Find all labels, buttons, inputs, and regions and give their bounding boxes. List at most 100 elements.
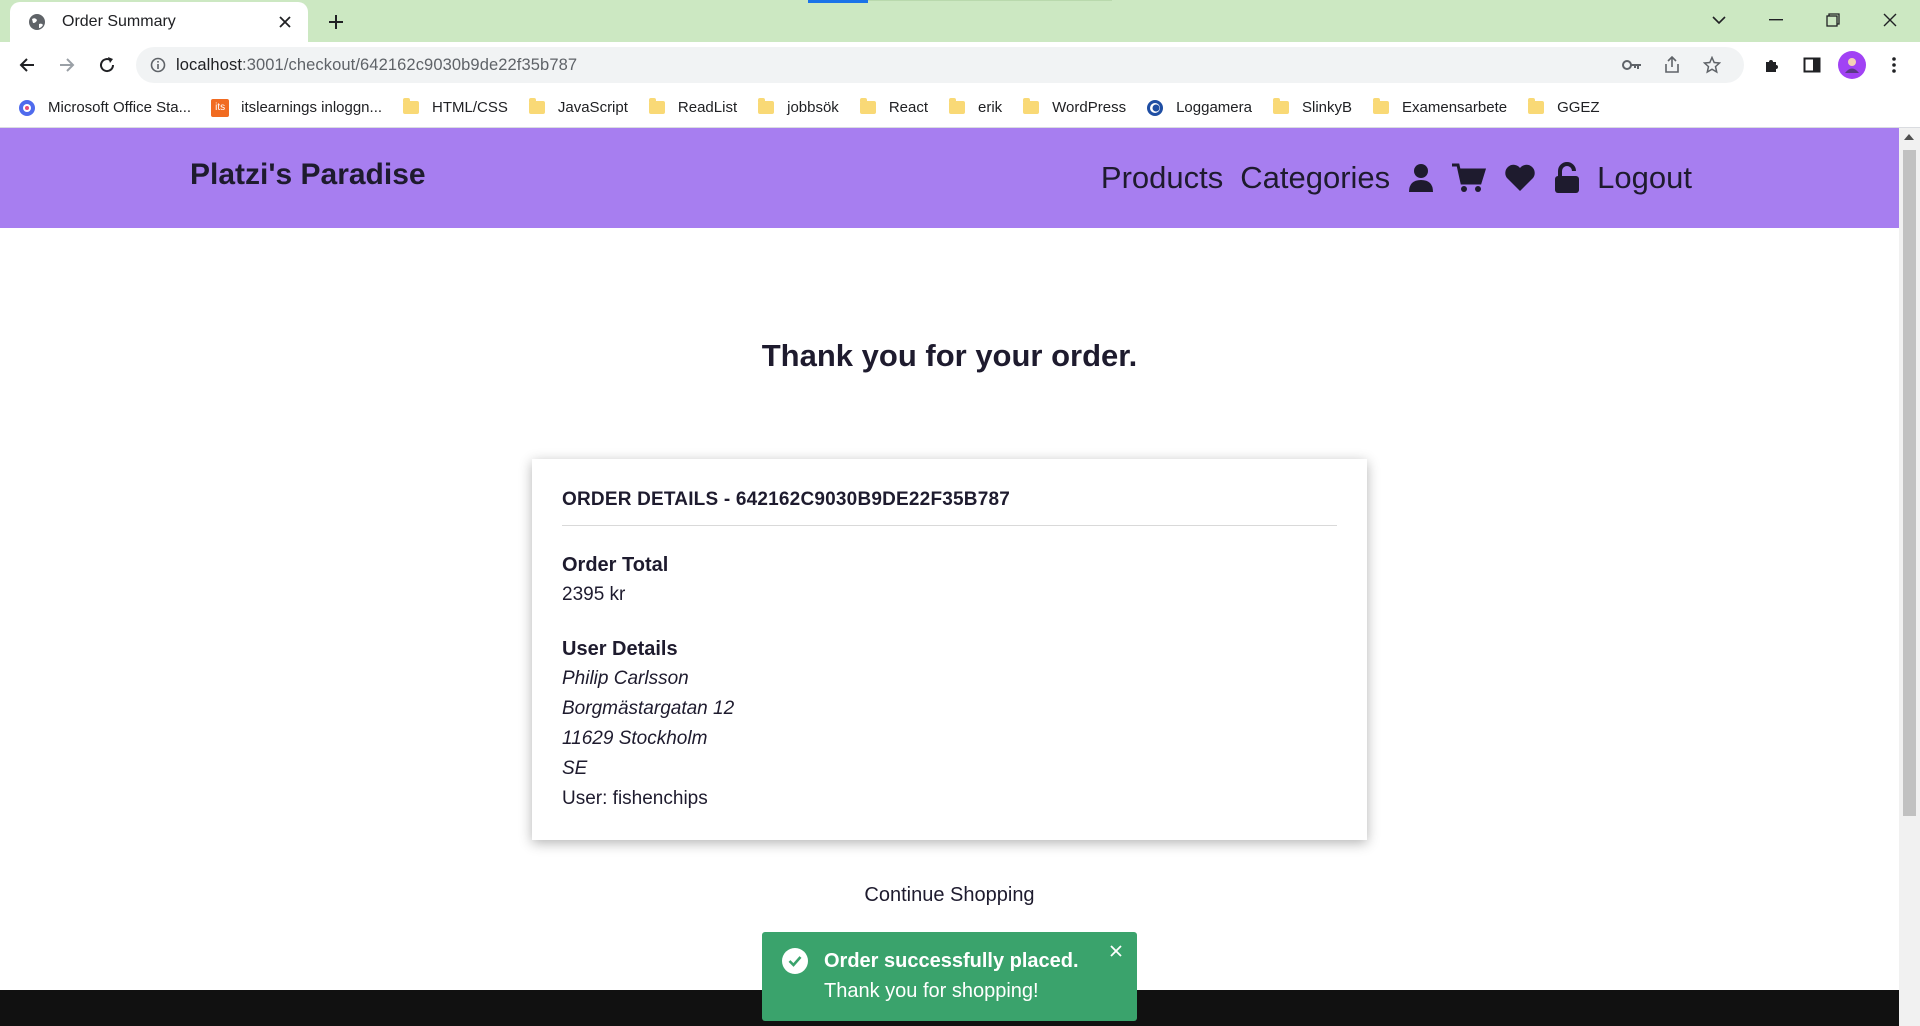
customer-username: User: fishenchips [562,788,708,809]
globe-icon [26,11,48,33]
tab-search-icon[interactable] [1697,6,1741,34]
folder-icon [402,98,420,117]
site-header: Platzi's Paradise Products Categories Lo… [0,128,1899,228]
tab-strip-accent [808,0,868,3]
bookmark-ggez[interactable]: GGEZ [1527,98,1600,117]
nav-products[interactable]: Products [1101,160,1223,196]
scrollbar-thumb[interactable] [1903,150,1916,816]
bookmark-label: itslearnings inloggn... [241,99,383,116]
bookmark-readlist[interactable]: ReadList [648,98,738,117]
scroll-up-arrow-icon[interactable] [1904,134,1914,140]
tab-strip-line [868,0,1112,1]
folder-icon [1272,98,1290,117]
bookmark-label: JavaScript [557,99,628,116]
bookmark-examensarbete[interactable]: Examensarbete [1372,98,1508,117]
nav-logout[interactable]: Logout [1597,160,1692,196]
toast-text: Order successfully placed. Thank you for… [824,946,1079,1021]
its-icon: its [211,98,230,117]
site-nav: Products Categories Logout [1084,152,1692,204]
bookmark-label: SlinkyB [1301,99,1353,116]
url-path: :3001/checkout/642162c9030b9de22f35b787 [242,55,578,74]
bookmark-label: React [888,99,928,116]
tab-title: Order Summary [62,13,176,30]
bookmark-jobbsok[interactable]: jobbsök [757,98,839,117]
close-window-icon[interactable] [1868,6,1912,34]
order-total-value: 2395 kr [562,584,626,605]
bookmark-label: Examensarbete [1402,99,1508,116]
loggamera-icon [1146,99,1164,117]
bookmark-javascript[interactable]: JavaScript [528,98,628,117]
heart-icon[interactable] [1504,164,1536,192]
folder-icon [1372,98,1390,117]
profile-avatar[interactable] [1836,49,1868,81]
bookmark-label: GGEZ [1557,99,1600,116]
order-details-card: ORDER DETAILS - 642162C9030B9DE22F35B787… [532,459,1367,840]
unlock-icon[interactable] [1554,162,1580,194]
back-icon[interactable] [10,48,44,82]
folder-icon [1527,98,1545,117]
menu-icon[interactable] [1878,49,1910,81]
bookmark-label: HTML/CSS [432,99,508,116]
bookmark-erik[interactable]: erik [948,98,1003,117]
order-total-label: Order Total [562,554,669,576]
browser-tab-strip: Order Summary [0,0,1920,42]
order-details-title: ORDER DETAILS - 642162C9030B9DE22F35B787 [562,489,1337,526]
page-title: Thank you for your order. [761,338,1138,373]
toast-close-icon[interactable] [1107,942,1125,960]
folder-icon [1022,98,1040,117]
bookmark-label: Microsoft Office Sta... [48,99,192,116]
side-panel-icon[interactable] [1796,49,1828,81]
nav-categories[interactable]: Categories [1240,160,1390,196]
bookmark-label: ReadList [677,99,738,116]
site-info-icon[interactable] [140,47,176,83]
minimize-icon[interactable] [1754,6,1798,34]
bookmark-html-css[interactable]: HTML/CSS [402,98,508,117]
close-tab-icon[interactable] [274,11,296,33]
bookmark-itslearning[interactable]: its itslearnings inloggn... [211,98,383,117]
customer-country: SE [562,758,588,779]
bookmark-slinkyb[interactable]: SlinkyB [1272,98,1353,117]
bookmarks-bar: Microsoft Office Sta... its itslearnings… [0,88,1920,128]
new-tab-button[interactable] [322,8,350,36]
continue-shopping-link[interactable]: Continue Shopping [864,884,1034,906]
check-circle-icon [782,948,808,974]
page-viewport: Platzi's Paradise Products Categories Lo… [0,128,1899,1026]
user-details-label: User Details [562,638,678,660]
site-brand[interactable]: Platzi's Paradise [190,158,426,192]
key-icon[interactable] [1616,49,1648,81]
avatar-icon [1838,51,1866,79]
bookmark-office[interactable]: Microsoft Office Sta... [18,99,191,117]
customer-street: Borgmästargatan 12 [562,698,735,719]
share-icon[interactable] [1656,49,1688,81]
bookmark-label: WordPress [1052,99,1127,116]
url-host: localhost [176,55,243,74]
cart-icon[interactable] [1452,163,1487,193]
bookmark-label: erik [978,99,1003,116]
toast-message: Thank you for shopping! [824,980,1039,1002]
url-text: localhost:3001/checkout/642162c9030b9de2… [176,56,577,75]
restore-icon[interactable] [1811,6,1855,34]
bookmark-label: jobbsök [787,99,839,116]
reload-icon[interactable] [90,48,124,82]
folder-icon [648,98,666,117]
continue-shopping-row: Continue Shopping [0,884,1899,907]
folder-icon [757,98,775,117]
user-icon[interactable] [1408,163,1434,193]
folder-icon [528,98,546,117]
browser-tab-active[interactable]: Order Summary [10,2,308,42]
customer-name: Philip Carlsson [562,668,689,689]
bookmark-react[interactable]: React [859,98,928,117]
browser-toolbar: localhost:3001/checkout/642162c9030b9de2… [0,42,1920,88]
office-icon [18,99,36,117]
address-bar[interactable]: localhost:3001/checkout/642162c9030b9de2… [136,47,1744,83]
bookmark-wordpress[interactable]: WordPress [1022,98,1127,117]
toast-title: Order successfully placed. [824,950,1079,972]
page-scrollbar[interactable] [1899,128,1920,1026]
customer-city: 11629 Stockholm [562,728,708,749]
forward-icon[interactable] [50,48,84,82]
extensions-icon[interactable] [1756,49,1788,81]
folder-icon [859,98,877,117]
bookmark-loggamera[interactable]: Loggamera [1146,99,1252,117]
folder-icon [948,98,966,117]
bookmark-star-icon[interactable] [1696,49,1728,81]
